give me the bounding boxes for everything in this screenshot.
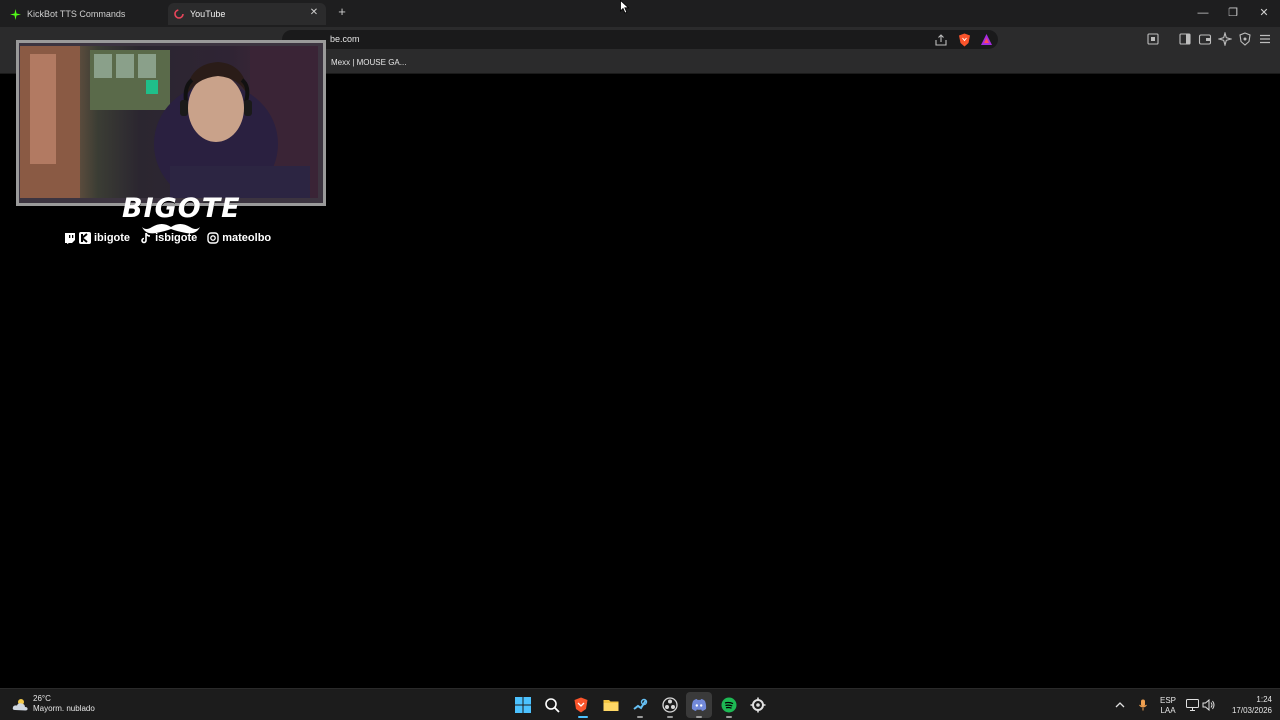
- keyboard-layout: LAA: [1160, 706, 1176, 715]
- discord-icon[interactable]: [691, 697, 707, 713]
- brave-rewards-icon[interactable]: [980, 33, 993, 46]
- cloudy-weather-icon: [12, 698, 28, 710]
- tab-kickbot[interactable]: KickBot TTS Commands: [6, 3, 166, 25]
- instagram-icon: [207, 232, 219, 244]
- brave-shield-icon[interactable]: [958, 33, 971, 47]
- close-window-button[interactable]: ✕: [1257, 6, 1271, 20]
- wallet-icon[interactable]: [1198, 32, 1212, 46]
- file-explorer-icon[interactable]: [603, 697, 619, 713]
- volume-icon[interactable]: [1202, 699, 1215, 711]
- channel-logo: BIGOTE: [122, 193, 241, 224]
- tab-youtube[interactable]: YouTube ✕: [168, 3, 326, 25]
- language-indicator[interactable]: ESP LAA: [1156, 696, 1180, 716]
- windows-start-icon[interactable]: [515, 697, 531, 713]
- chevron-up-icon[interactable]: [1114, 699, 1126, 711]
- running-app-indicator: [726, 716, 732, 718]
- new-tab-button[interactable]: +: [335, 5, 349, 19]
- close-tab-icon[interactable]: ✕: [308, 7, 320, 19]
- kick-logo-icon: [10, 8, 21, 20]
- running-app-indicator: [696, 716, 702, 718]
- tiktok-icon: [141, 232, 151, 244]
- address-bar[interactable]: be.com: [282, 30, 998, 49]
- leo-ai-icon[interactable]: [1218, 32, 1232, 46]
- url-text[interactable]: be.com: [330, 34, 360, 44]
- microphone-icon[interactable]: [1137, 699, 1149, 711]
- social-handle: ibigote: [94, 232, 131, 244]
- social-handle: isbigote: [155, 232, 198, 244]
- loading-spinner-icon: [174, 9, 184, 19]
- screenshot-icon[interactable]: [1146, 32, 1160, 46]
- webcam-overlay: BIGOTE ibigote isbigote mateolbo: [14, 36, 330, 256]
- steelseries-gg-icon[interactable]: [750, 697, 766, 713]
- tab-label: YouTube: [190, 9, 226, 19]
- webcam-feed: [20, 46, 318, 198]
- language-code: ESP: [1159, 696, 1176, 705]
- obs-studio-icon[interactable]: [662, 697, 678, 713]
- weather-temp: 26°C: [33, 694, 51, 703]
- browser-title-bar: KickBot TTS Commands YouTube ✕ + — ❐ ✕: [0, 0, 1280, 27]
- minimize-button[interactable]: —: [1196, 6, 1210, 20]
- weather-text: 26°C Mayorm. nublado: [33, 694, 95, 714]
- twitch-kick-icon: [65, 233, 75, 244]
- bookmark-item[interactable]: Mexx | MOUSE GA...: [331, 58, 406, 67]
- clock-time: 1:24: [1256, 695, 1272, 704]
- clock-date: 17/03/2026: [1231, 706, 1272, 715]
- windows-taskbar: 26°C Mayorm. nublado ESP LAA 1:24 17/03/…: [0, 688, 1280, 720]
- weather-widget[interactable]: 26°C Mayorm. nublado: [12, 694, 95, 714]
- social-handle: mateolbo: [222, 232, 272, 244]
- share-icon[interactable]: [934, 33, 948, 47]
- tab-label: KickBot TTS Commands: [27, 9, 126, 19]
- sidebar-icon[interactable]: [1178, 32, 1192, 46]
- spotify-icon[interactable]: [721, 697, 737, 713]
- kick-icon: [79, 232, 91, 244]
- webcam-scene: [20, 46, 318, 198]
- search-icon[interactable]: [544, 697, 560, 713]
- network-icon[interactable]: [1186, 699, 1199, 711]
- menu-icon[interactable]: [1258, 32, 1272, 46]
- mouse-cursor-icon: [620, 0, 630, 14]
- steam-icon[interactable]: [632, 697, 648, 713]
- vpn-shield-icon[interactable]: [1238, 32, 1252, 46]
- weather-condition: Mayorm. nublado: [33, 704, 95, 713]
- social-links: ibigote isbigote mateolbo: [64, 232, 281, 244]
- active-app-indicator: [578, 716, 588, 718]
- restore-button[interactable]: ❐: [1226, 6, 1240, 20]
- brave-browser-icon[interactable]: [573, 697, 589, 713]
- running-app-indicator: [637, 716, 643, 718]
- running-app-indicator: [667, 716, 673, 718]
- system-clock[interactable]: 1:24 17/03/2026: [1222, 694, 1272, 716]
